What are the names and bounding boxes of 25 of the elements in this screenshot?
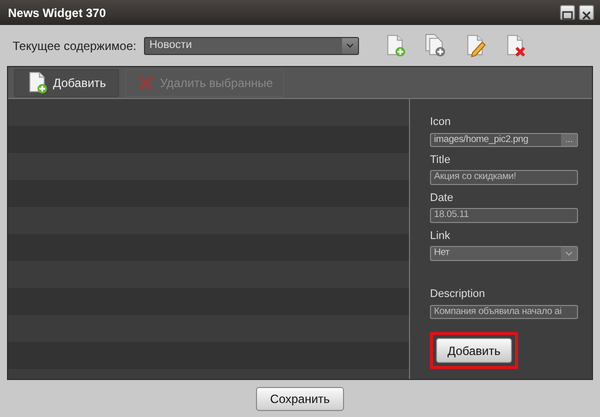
add-button[interactable]: Добавить bbox=[14, 68, 119, 96]
field-label: Title bbox=[430, 152, 452, 168]
save-button[interactable]: Сохранить bbox=[256, 386, 344, 410]
close-button[interactable] bbox=[579, 5, 594, 20]
input-field[interactable]: 18.05.11 bbox=[430, 208, 578, 223]
add-button[interactable]: Добавить bbox=[436, 338, 512, 363]
icon-path-field[interactable]: images/home_pic2.png ... bbox=[430, 132, 578, 147]
field-label: Link bbox=[430, 228, 452, 244]
cross-icon bbox=[136, 72, 156, 92]
input-field[interactable]: Компания объявила начало ai bbox=[430, 304, 578, 319]
content-select[interactable]: Новости bbox=[144, 36, 360, 54]
chevron-down-icon bbox=[346, 43, 354, 48]
content-label: Текущее содержимое: bbox=[12, 38, 136, 54]
documents-add-icon[interactable] bbox=[423, 33, 448, 58]
link-select[interactable]: Нет bbox=[430, 246, 578, 260]
maximize-button[interactable] bbox=[560, 5, 575, 20]
field-label: Date bbox=[430, 190, 454, 206]
input-field[interactable]: Акция со скидками! bbox=[430, 170, 578, 185]
chevron-down-icon bbox=[565, 250, 573, 256]
window-title: News Widget 370 bbox=[8, 4, 106, 22]
browse-button[interactable]: ... bbox=[561, 134, 577, 146]
maximize-icon bbox=[561, 9, 574, 22]
field-label: Description bbox=[430, 287, 486, 302]
close-icon bbox=[580, 9, 593, 22]
field-label: Icon bbox=[430, 115, 452, 130]
